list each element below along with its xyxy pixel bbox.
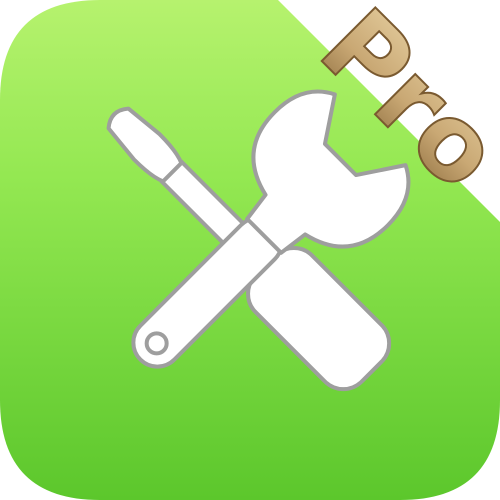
app-icon-graphic: Pro: [0, 0, 500, 500]
app-icon: Pro: [0, 0, 500, 500]
